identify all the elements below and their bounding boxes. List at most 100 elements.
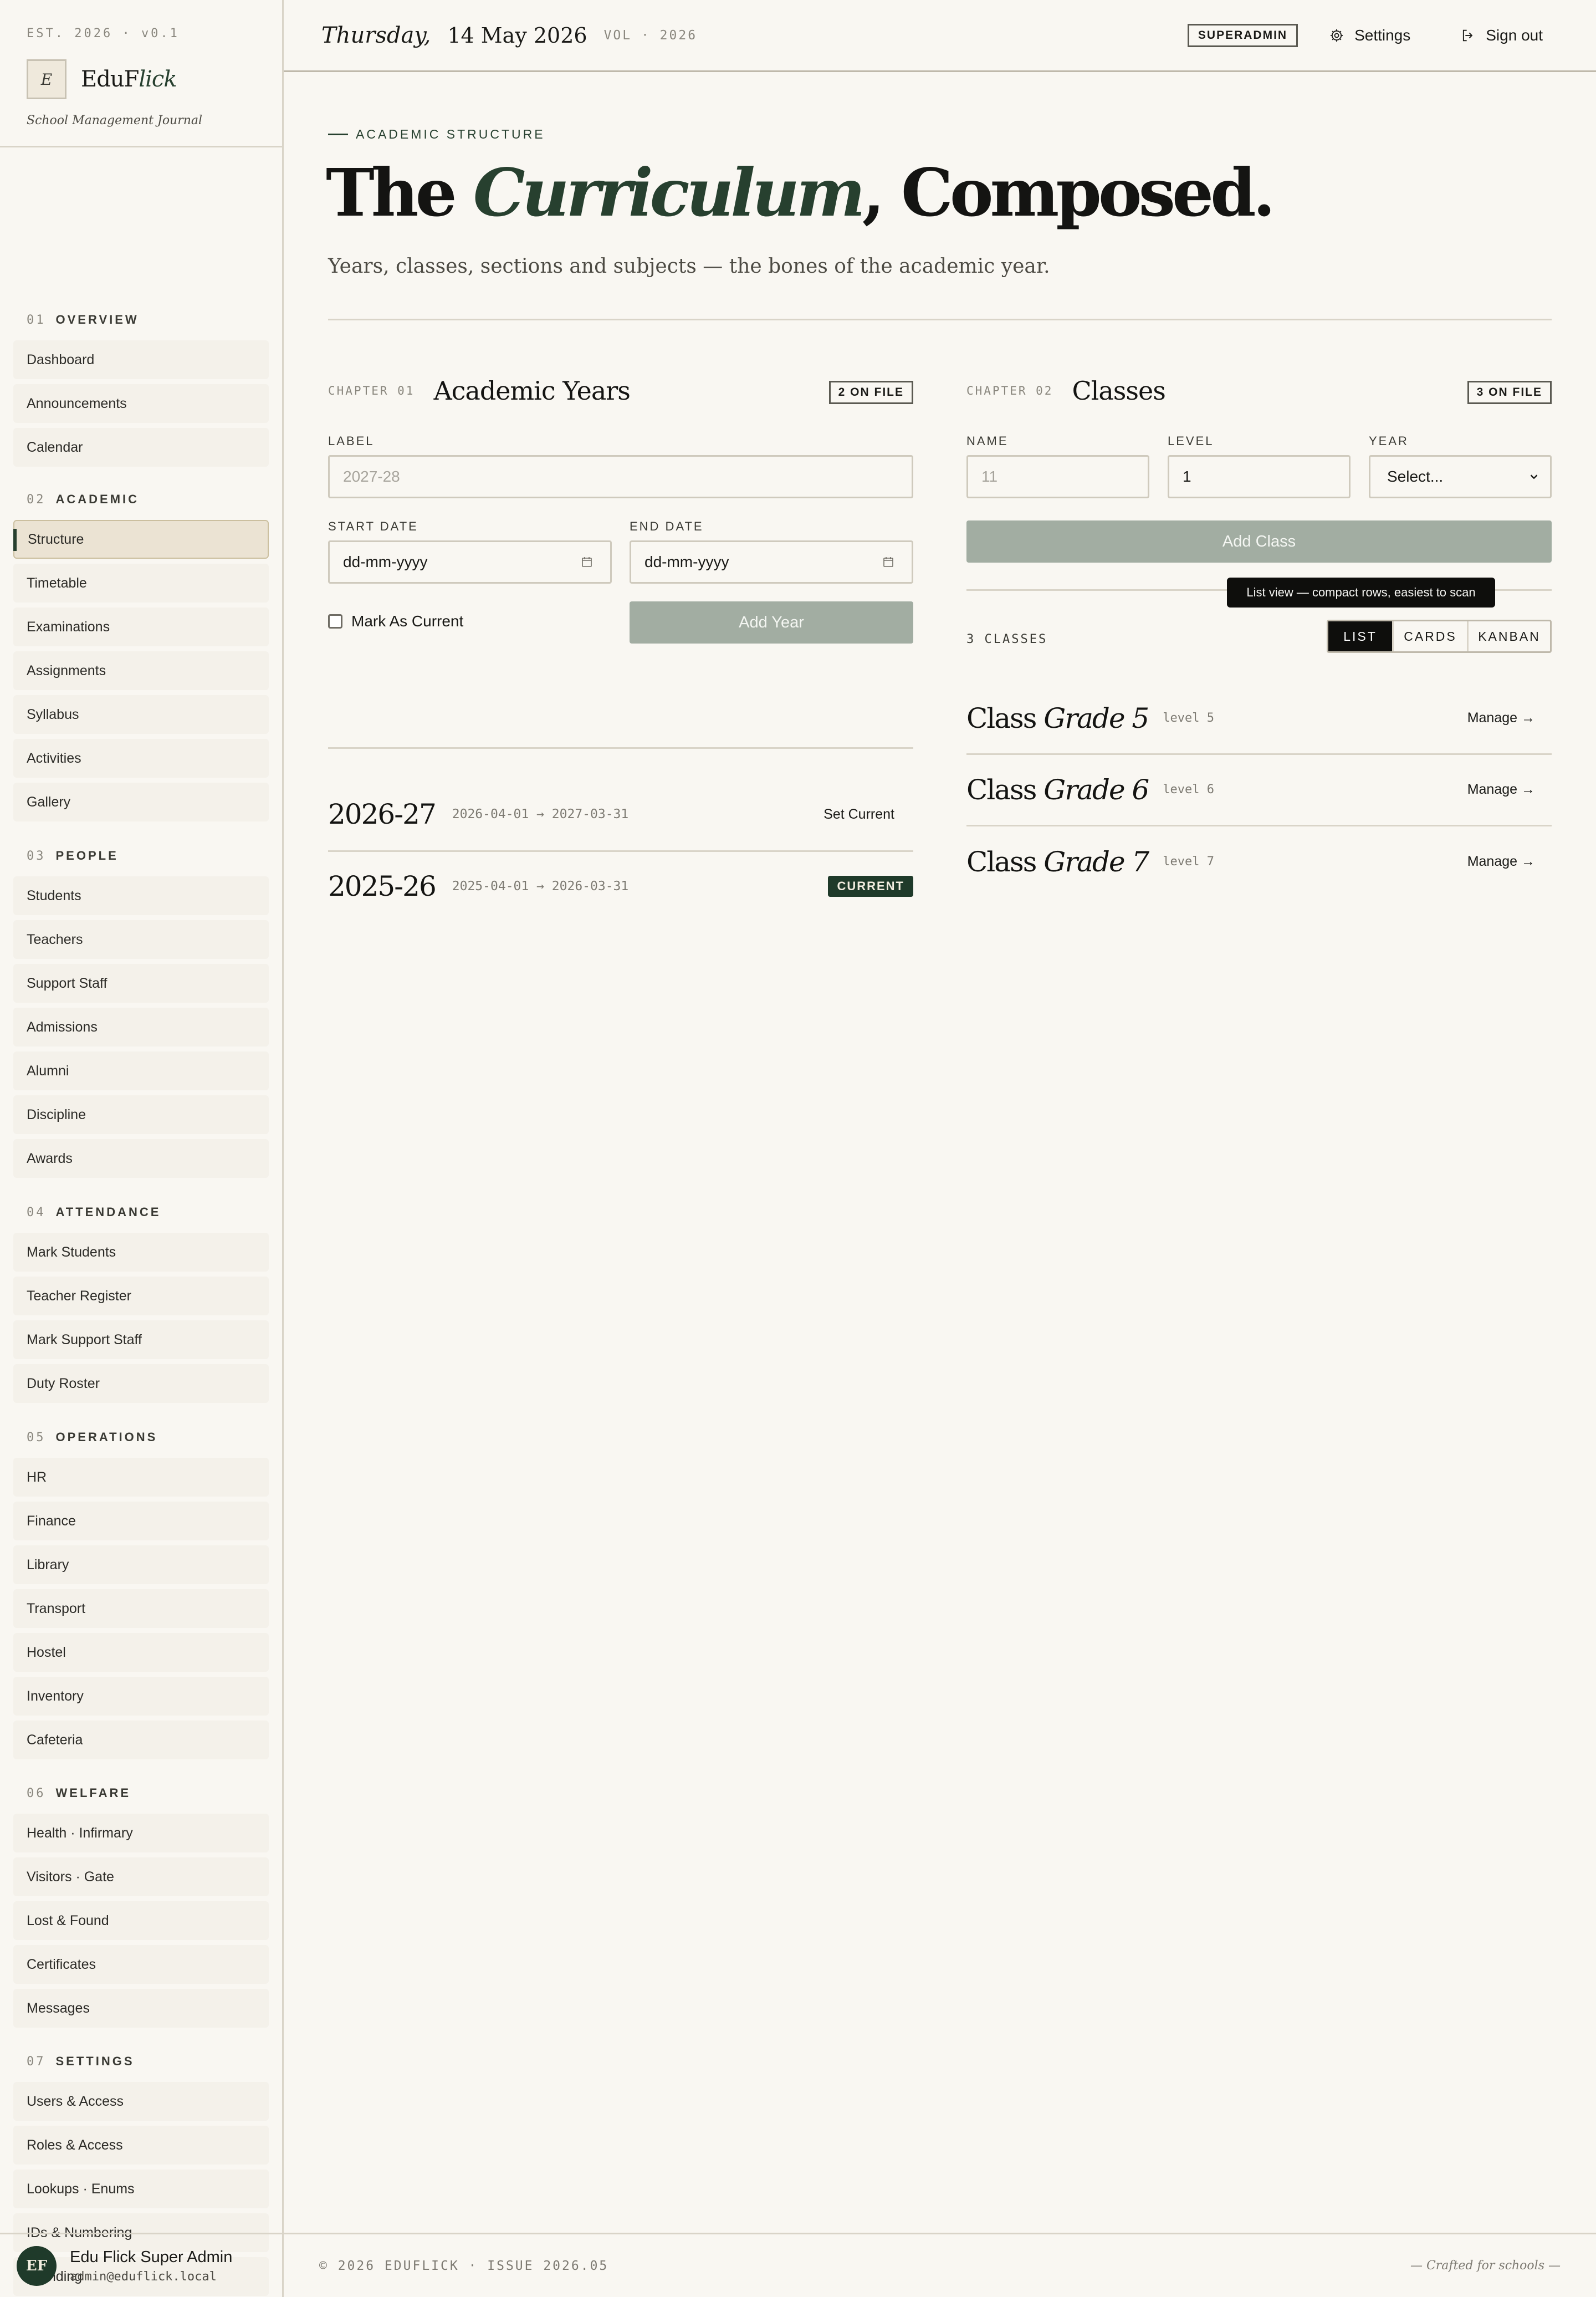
sidebar-item-label: Examinations — [27, 619, 110, 635]
sidebar-item-teachers[interactable]: Teachers — [13, 920, 269, 959]
sidebar-item-hr[interactable]: HR — [13, 1458, 269, 1497]
class-grade: Grade 6 — [1043, 773, 1149, 806]
manage-link[interactable]: Manage → — [1467, 782, 1535, 798]
sidebar-item-support-staff[interactable]: Support Staff — [13, 964, 269, 1003]
sidebar-item-messages[interactable]: Messages — [13, 1989, 269, 2028]
nav-heading-number: 01 — [27, 313, 46, 327]
sidebar-item-visitors-gate[interactable]: Visitors · Gate — [13, 1857, 269, 1896]
sidebar-item-timetable[interactable]: Timetable — [13, 564, 269, 603]
class-prefix: Class — [966, 773, 1044, 806]
year-select[interactable]: Select... — [1369, 455, 1552, 498]
sidebar-item-finance[interactable]: Finance — [13, 1502, 269, 1540]
sidebar-item-lost-found[interactable]: Lost & Found — [13, 1901, 269, 1940]
page-subtitle: Years, classes, sections and subjects — … — [328, 255, 1050, 278]
label-field-label: LABEL — [328, 434, 375, 448]
sidebar-item-cafeteria[interactable]: Cafeteria — [13, 1721, 269, 1759]
sidebar-item-awards[interactable]: Awards — [13, 1139, 269, 1178]
settings-link[interactable]: Settings — [1329, 27, 1410, 44]
user-profile[interactable]: EF Edu Flick Super Admin admin@eduflick.… — [0, 2233, 282, 2297]
level-input[interactable]: 1 — [1168, 455, 1351, 498]
class-name-input[interactable]: 11 — [966, 455, 1149, 498]
set-current-button[interactable]: Set Current — [823, 806, 894, 823]
class-level: level 5 — [1163, 711, 1214, 725]
sidebar-item-transport[interactable]: Transport — [13, 1589, 269, 1628]
view-toggle-list[interactable]: LIST — [1328, 621, 1392, 651]
sidebar-item-assignments[interactable]: Assignments — [13, 651, 269, 690]
tooltip: List view — compact rows, easiest to sca… — [1227, 578, 1495, 608]
class-grade: Grade 5 — [1043, 702, 1149, 734]
sidebar-item-certificates[interactable]: Certificates — [13, 1945, 269, 1984]
start-date-input[interactable]: dd-mm-yyyy — [328, 540, 612, 584]
sidebar-item-students[interactable]: Students — [13, 876, 269, 915]
sidebar-item-structure[interactable]: Structure — [13, 520, 269, 559]
nav-heading-number: 04 — [27, 1205, 46, 1219]
manage-link[interactable]: Manage → — [1467, 710, 1535, 726]
sidebar-item-teacher-register[interactable]: Teacher Register — [13, 1277, 269, 1315]
logo[interactable]: E EduFlick — [27, 59, 255, 99]
academic-year-range: 2026-04-01 → 2027-03-31 — [452, 807, 629, 821]
view-toggle-kanban[interactable]: KANBAN — [1467, 621, 1550, 651]
nav-heading-number: 05 — [27, 1430, 46, 1444]
sidebar-item-alumni[interactable]: Alumni — [13, 1051, 269, 1090]
sidebar-item-users-access[interactable]: Users & Access — [13, 2082, 269, 2121]
sign-out-link[interactable]: Sign out — [1460, 27, 1543, 44]
sidebar-item-label: Finance — [27, 1513, 76, 1529]
page-title: The Curriculum, Composed. — [326, 154, 1276, 231]
sidebar-item-label: Transport — [27, 1600, 86, 1616]
sidebar-item-label: Mark Support Staff — [27, 1331, 142, 1347]
divider — [328, 747, 913, 749]
class-prefix: Class — [966, 702, 1044, 734]
sidebar-item-dashboard[interactable]: Dashboard — [13, 340, 269, 379]
nav-heading-title: OVERVIEW — [55, 313, 139, 326]
manage-link[interactable]: Manage → — [1467, 854, 1535, 870]
sidebar-item-discipline[interactable]: Discipline — [13, 1095, 269, 1134]
sidebar-item-announcements[interactable]: Announcements — [13, 384, 269, 423]
sidebar-item-admissions[interactable]: Admissions — [13, 1008, 269, 1047]
sidebar-item-hostel[interactable]: Hostel — [13, 1633, 269, 1672]
sidebar-item-library[interactable]: Library — [13, 1545, 269, 1584]
sidebar-item-syllabus[interactable]: Syllabus — [13, 695, 269, 734]
class-prefix: Class — [966, 845, 1044, 878]
sidebar-item-label: Syllabus — [27, 706, 79, 722]
nav-heading: 03 PEOPLE — [13, 845, 269, 867]
settings-label: Settings — [1354, 26, 1411, 44]
sidebar-item-label: Messages — [27, 2000, 90, 2016]
mark-current-checkbox[interactable] — [328, 614, 342, 629]
sidebar-item-calendar[interactable]: Calendar — [13, 428, 269, 467]
academic-year-label: 2025-26 — [328, 870, 437, 902]
class-name-label: NAME — [966, 434, 1009, 448]
role-badge: SUPERADMIN — [1187, 23, 1298, 47]
class-level: level 7 — [1163, 855, 1214, 869]
mark-current-checkbox-row[interactable]: Mark As Current — [328, 612, 463, 630]
sidebar-item-label: Activities — [27, 750, 81, 766]
volume-label: VOL · 2026 — [603, 28, 698, 43]
nav-section-people: 03 PEOPLE Students Teachers Support Staff Adm… — [0, 845, 282, 1183]
sidebar-item-roles-access[interactable]: Roles & Access — [13, 2126, 269, 2165]
academic-year-range: 2025-04-01 → 2026-03-31 — [452, 879, 629, 894]
sidebar-item-label: Admissions — [27, 1019, 98, 1035]
sidebar-item-examinations[interactable]: Examinations — [13, 608, 269, 646]
sidebar-item-lookups-enums[interactable]: Lookups · Enums — [13, 2170, 269, 2208]
date-full: 14 May 2026 — [447, 23, 587, 48]
sidebar-item-gallery[interactable]: Gallery — [13, 783, 269, 821]
add-class-button[interactable]: Add Class — [966, 520, 1552, 563]
logo-mark-icon: E — [27, 59, 66, 99]
start-date-value: dd-mm-yyyy — [343, 553, 428, 570]
sidebar-item-health-infirmary[interactable]: Health · Infirmary — [13, 1814, 269, 1852]
class-count-label: 3 CLASSES — [966, 632, 1048, 646]
sidebar-item-inventory[interactable]: Inventory — [13, 1677, 269, 1716]
mark-current-label: Mark As Current — [351, 612, 464, 630]
view-toggle-cards[interactable]: CARDS — [1392, 621, 1467, 651]
sidebar-item-duty-roster[interactable]: Duty Roster — [13, 1364, 269, 1403]
year-label-input[interactable]: 2027-28 — [328, 455, 913, 498]
sidebar-item-activities[interactable]: Activities — [13, 739, 269, 778]
end-date-input[interactable]: dd-mm-yyyy — [630, 540, 913, 584]
version-label: EST. 2026 · v0.1 — [27, 27, 180, 40]
sidebar-item-label: Support Staff — [27, 975, 108, 991]
add-year-button[interactable]: Add Year — [630, 601, 913, 644]
sidebar-item-mark-support-staff[interactable]: Mark Support Staff — [13, 1320, 269, 1359]
sidebar-item-label: Inventory — [27, 1688, 84, 1704]
academic-year-label: 2026-27 — [328, 798, 437, 830]
sidebar-item-mark-students[interactable]: Mark Students — [13, 1233, 269, 1272]
chevron-down-icon — [1530, 474, 1538, 479]
